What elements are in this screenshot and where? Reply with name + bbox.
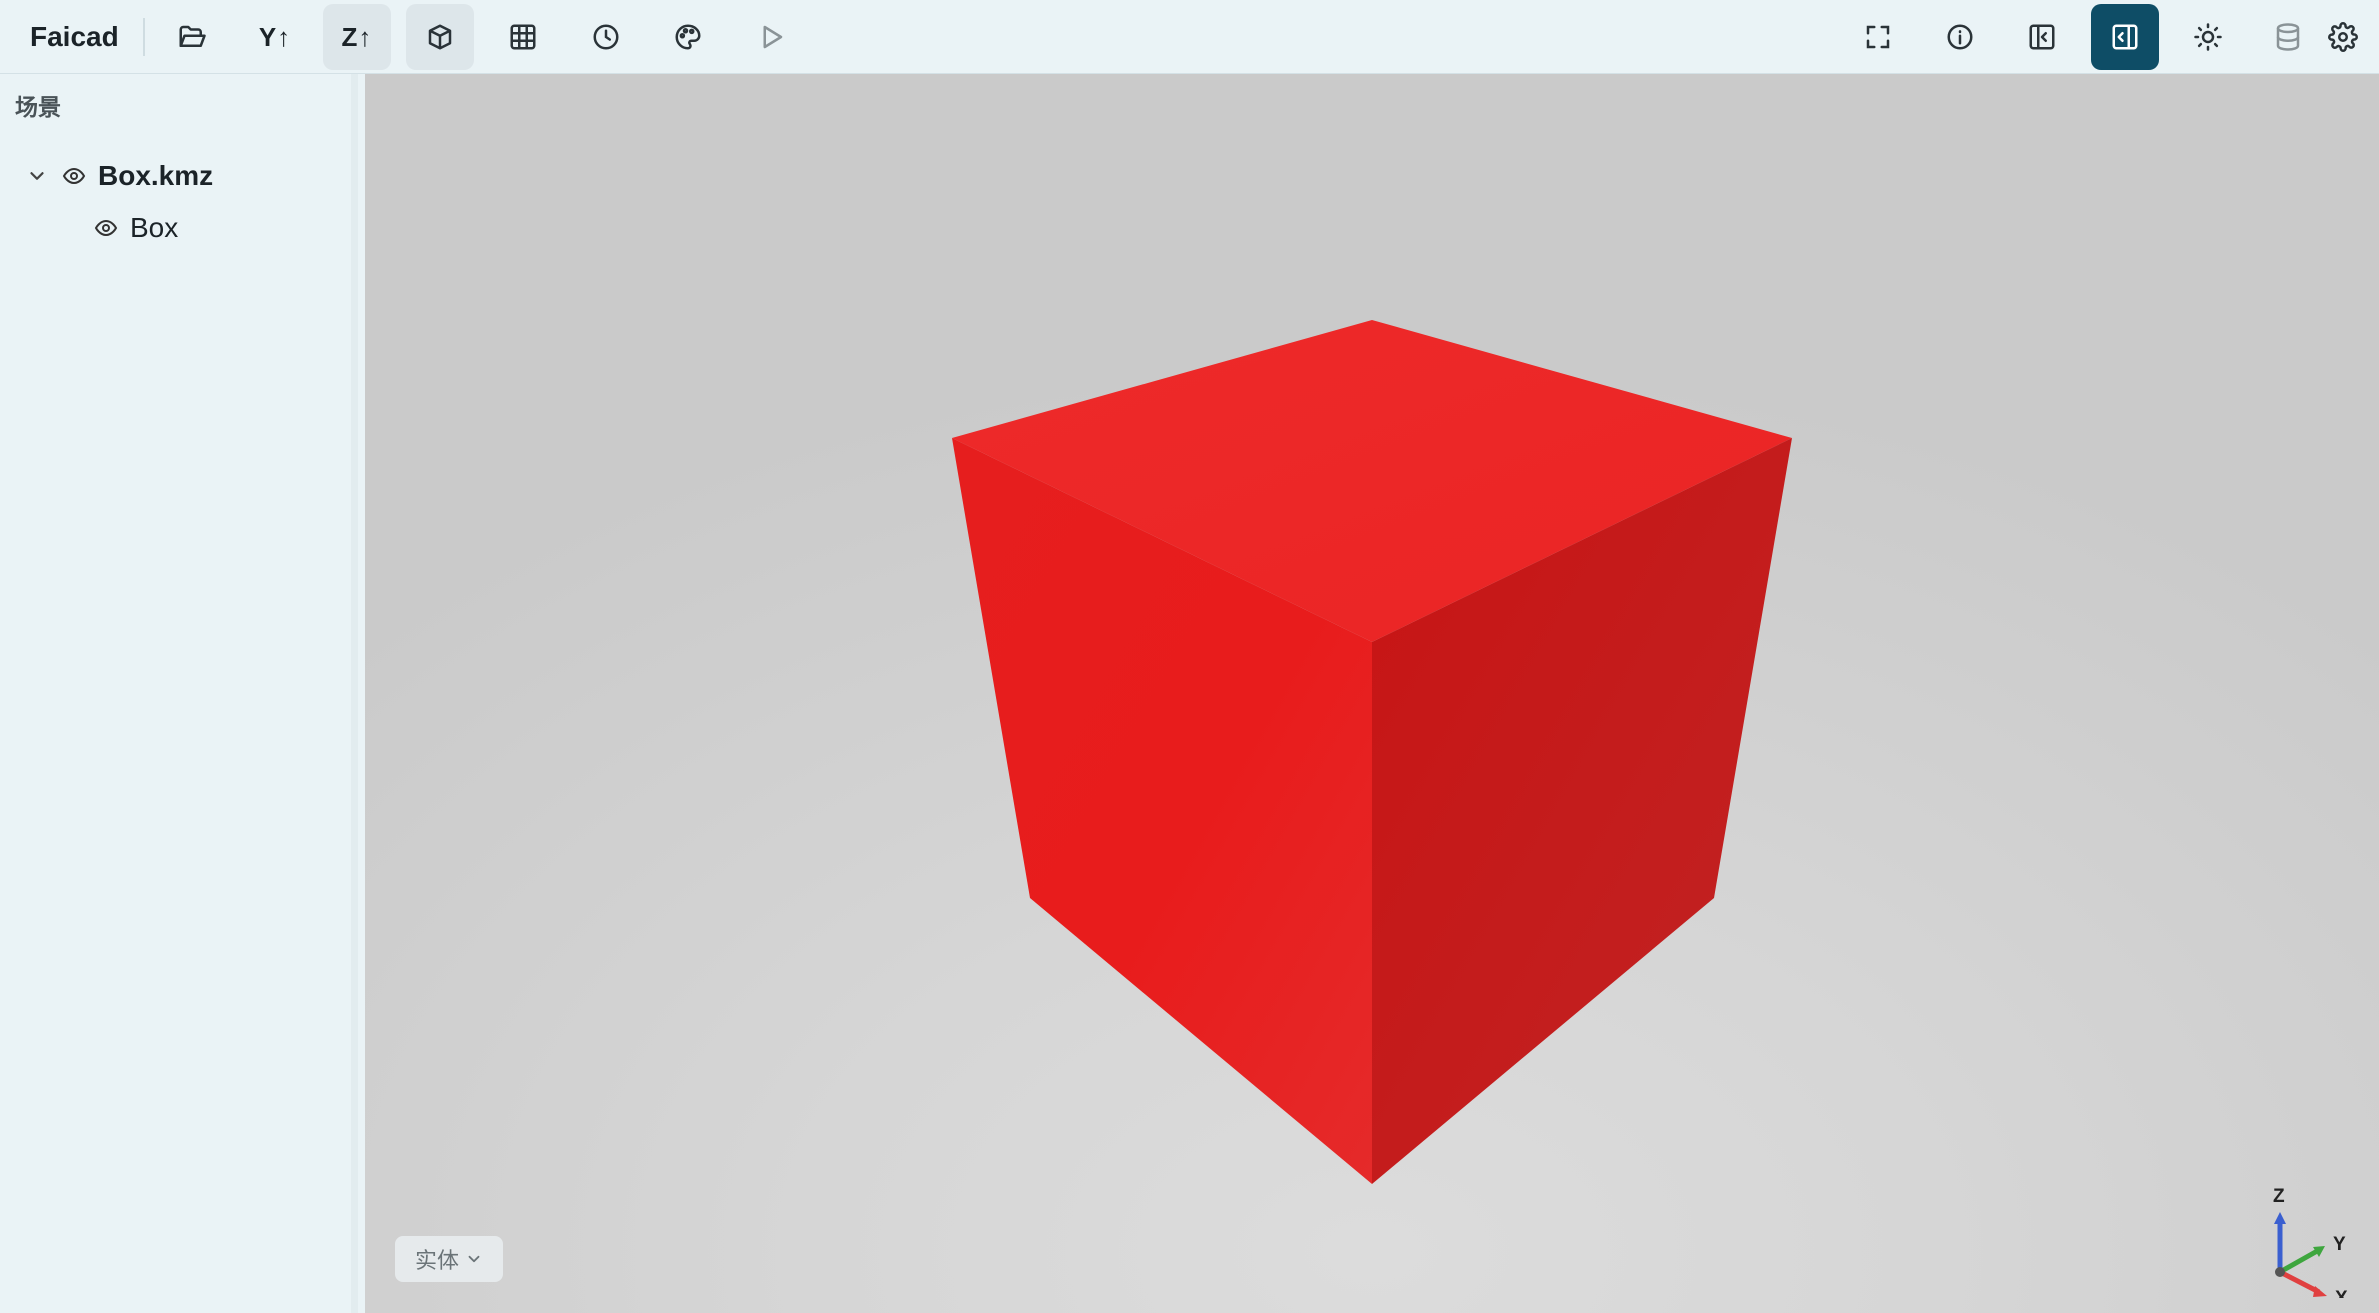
box-model[interactable]	[365, 74, 2379, 1313]
y-up-label: Y↑	[258, 21, 292, 52]
z-up-label: Z↑	[341, 21, 373, 52]
fullscreen-icon	[1866, 25, 1890, 49]
z-axis-arrow	[2274, 1212, 2286, 1224]
tree-item-child[interactable]: Box	[94, 206, 178, 250]
play-icon	[763, 25, 783, 49]
axis-origin	[2275, 1267, 2285, 1277]
x-axis-line	[2278, 1269, 2321, 1295]
z-axis-label: Z	[2273, 1186, 2285, 1207]
eye-icon[interactable]	[94, 216, 118, 240]
panel-left-icon	[2029, 24, 2055, 50]
solid-view-button[interactable]	[406, 4, 474, 70]
palette-icon	[675, 24, 701, 50]
play-button[interactable]	[737, 4, 805, 70]
info-icon	[1947, 24, 1973, 50]
tree-item-label: Box.kmz	[98, 160, 214, 191]
chevron-down-icon[interactable]	[26, 165, 48, 187]
material-button[interactable]	[654, 4, 722, 70]
grid-icon	[510, 24, 536, 50]
settings-button[interactable]	[2315, 4, 2371, 70]
x-axis-label: X	[2335, 1288, 2348, 1298]
box-3d-icon	[428, 24, 452, 50]
tree-item-label: Box	[130, 212, 179, 243]
axis-gizmo: Z Y X	[2273, 1186, 2348, 1298]
top-toolbar: Faicad Y↑ Z↑	[0, 0, 2379, 74]
display-mode-label: 实体	[415, 1248, 460, 1273]
folder-open-icon	[179, 25, 206, 47]
sidebar-title: 场景	[15, 94, 61, 120]
lighting-button[interactable]	[2174, 4, 2242, 70]
info-button[interactable]	[1926, 4, 1994, 70]
chevron-down-icon	[468, 1255, 480, 1263]
y-axis-label: Y	[2333, 1234, 2346, 1255]
gear-icon	[2328, 22, 2358, 52]
z-up-button[interactable]: Z↑	[323, 4, 391, 70]
database-button[interactable]	[2254, 4, 2322, 70]
database-icon	[2276, 23, 2300, 51]
fullscreen-button[interactable]	[1844, 4, 1912, 70]
clock-icon	[593, 24, 619, 50]
3d-viewport[interactable]: 实体 Z Y X	[365, 74, 2379, 1313]
display-mode-dropdown[interactable]: 实体	[395, 1236, 504, 1282]
y-up-button[interactable]: Y↑	[241, 4, 309, 70]
y-axis-line	[2278, 1247, 2321, 1275]
history-button[interactable]	[572, 4, 640, 70]
toolbar-divider	[143, 18, 145, 56]
sun-icon	[2194, 23, 2222, 51]
open-folder-button[interactable]	[158, 4, 226, 70]
x-axis-arrow	[2313, 1286, 2327, 1297]
app-title: Faicad	[30, 21, 119, 52]
left-panel-button[interactable]	[2008, 4, 2076, 70]
scene-sidebar: 场景 Box.kmz Box	[0, 74, 358, 1313]
eye-icon[interactable]	[62, 164, 86, 188]
panel-right-icon	[2112, 24, 2138, 50]
tree-item-root[interactable]: Box.kmz	[26, 154, 213, 198]
right-panel-button[interactable]	[2091, 4, 2159, 70]
grid-button[interactable]	[489, 4, 557, 70]
